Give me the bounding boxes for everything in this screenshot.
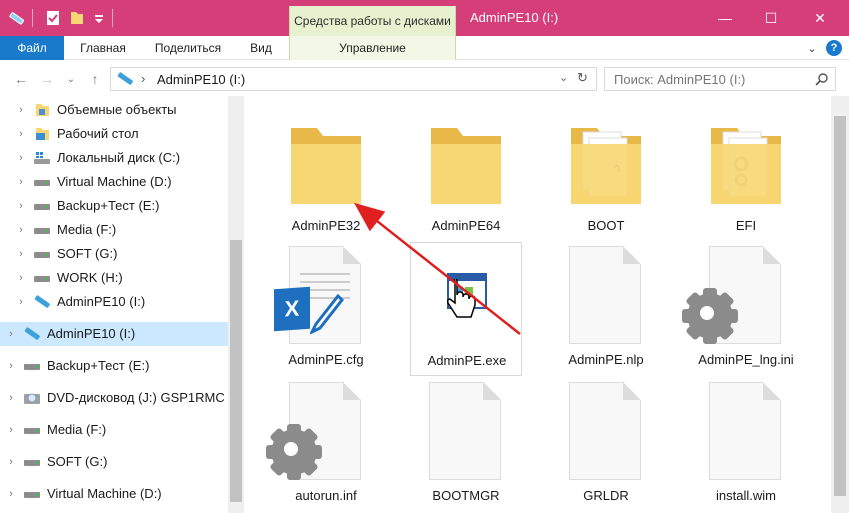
annotation-arrow xyxy=(354,202,521,335)
